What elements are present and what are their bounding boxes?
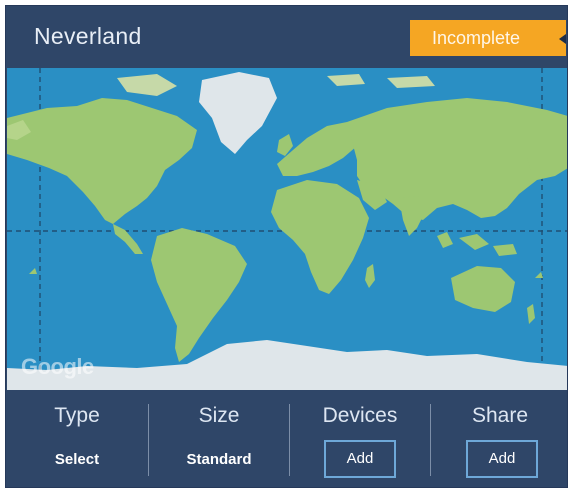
size-column[interactable]: Size Standard (149, 390, 289, 487)
location-card: Neverland Incomplete Google Type Select … (5, 5, 568, 488)
size-value[interactable]: Standard (149, 451, 289, 468)
share-label: Share (471, 404, 529, 427)
add-share-button[interactable]: Add (466, 440, 538, 478)
location-title: Neverland (34, 23, 142, 49)
type-column[interactable]: Type Select (6, 390, 148, 487)
size-label: Size (198, 404, 240, 427)
badge-pointer-icon (559, 34, 566, 44)
world-map[interactable]: Google (7, 68, 567, 390)
devices-label: Devices (322, 404, 398, 427)
share-column: Share Add (431, 390, 567, 487)
add-device-button[interactable]: Add (324, 440, 396, 478)
type-label: Type (54, 404, 100, 427)
card-footer: Type Select Size Standard Devices Add Sh… (6, 390, 567, 487)
card-header: Neverland Incomplete (6, 6, 567, 68)
map-provider-watermark: Google (21, 354, 94, 379)
type-select[interactable]: Select (6, 451, 148, 468)
status-badge[interactable]: Incomplete (410, 20, 566, 56)
devices-column: Devices Add (290, 390, 430, 487)
world-map-graphic (7, 68, 567, 390)
